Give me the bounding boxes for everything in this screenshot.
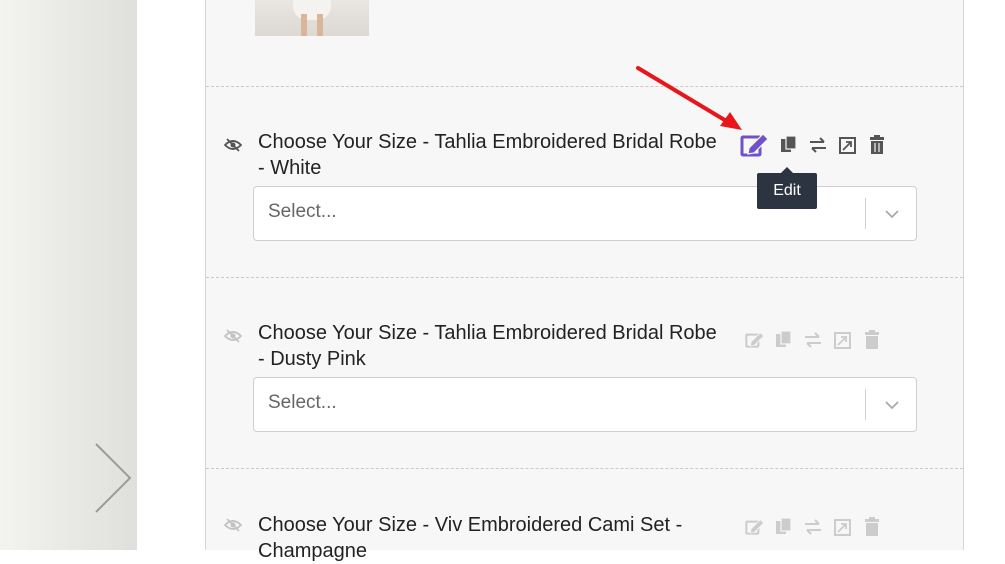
edit-icon[interactable] (745, 330, 765, 350)
swap-icon[interactable] (803, 328, 823, 352)
annotation-arrow-icon (636, 66, 742, 130)
trash-icon[interactable] (868, 133, 886, 157)
size-select[interactable]: Select... (253, 186, 917, 241)
option-title: Choose Your Size - Tahlia Embroidered Br… (258, 322, 717, 370)
section-divider (206, 277, 963, 278)
edit-tooltip: Edit (757, 167, 817, 209)
select-divider (865, 389, 866, 420)
visibility-hidden-icon[interactable] (224, 518, 242, 532)
select-placeholder: Select... (268, 392, 337, 413)
chevron-down-icon[interactable] (884, 399, 900, 411)
duplicate-icon[interactable] (780, 133, 798, 157)
section-divider (206, 468, 963, 469)
section-divider (206, 86, 963, 87)
option-title: Choose Your Size - Tahlia Embroidered Br… (258, 131, 717, 179)
trash-icon[interactable] (863, 328, 881, 352)
option-image-thumbnail (255, 0, 369, 36)
edit-icon[interactable] (745, 517, 765, 537)
resize-icon[interactable] (833, 328, 853, 352)
visibility-hidden-icon[interactable] (224, 138, 242, 152)
swap-icon[interactable] (803, 515, 823, 539)
duplicate-icon[interactable] (775, 515, 793, 539)
option-toolbar (740, 133, 896, 157)
swap-icon[interactable] (808, 133, 828, 157)
size-select[interactable]: Select... (253, 377, 917, 432)
next-image-arrow-icon[interactable] (90, 440, 136, 516)
select-divider (865, 198, 866, 229)
resize-icon[interactable] (838, 133, 858, 157)
chevron-down-icon[interactable] (884, 208, 900, 220)
edit-icon[interactable] (740, 133, 770, 157)
option-toolbar (745, 328, 891, 352)
visibility-hidden-icon[interactable] (224, 329, 242, 343)
duplicate-icon[interactable] (775, 328, 793, 352)
resize-icon[interactable] (833, 515, 853, 539)
option-title: Choose Your Size - Viv Embroidered Cami … (258, 514, 683, 562)
trash-icon[interactable] (863, 515, 881, 539)
select-placeholder: Select... (268, 201, 337, 222)
option-toolbar (745, 515, 891, 539)
